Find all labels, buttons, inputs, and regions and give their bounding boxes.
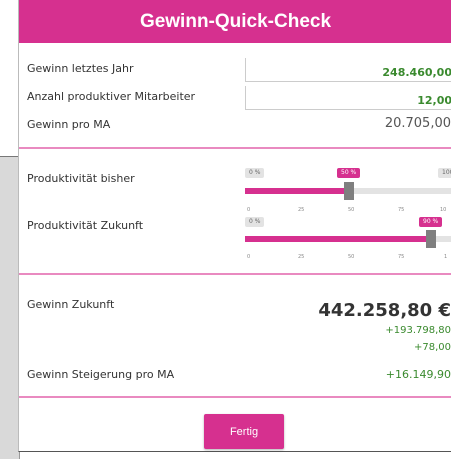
slider-fill	[245, 236, 431, 242]
slider-tick: 50	[348, 207, 355, 213]
productivity-current-slider[interactable]	[245, 182, 451, 200]
profit-per-employee-value: 20.705,00	[384, 116, 451, 131]
slider-thumb[interactable]	[344, 182, 354, 200]
employees-label: Anzahl produktiver Mitarbeiter	[27, 90, 196, 103]
slider-value-badge: 50 %	[337, 168, 361, 178]
productivity-future-slider[interactable]	[245, 230, 451, 248]
slider-value-badge: 90 %	[419, 217, 443, 227]
slider-tick: 10	[440, 207, 447, 213]
employees-value: 12,00	[417, 94, 451, 107]
increase-per-employee-value: +16.149,90	[385, 368, 451, 381]
productivity-future-label: Produktivität Zukunft	[27, 219, 144, 232]
divider	[19, 396, 451, 398]
done-button[interactable]: Fertig	[204, 414, 284, 449]
slider-tick: 1	[444, 254, 448, 260]
slider-thumb[interactable]	[426, 230, 436, 248]
slider-tick: 50	[348, 254, 355, 260]
dialog-title: Gewinn-Quick-Check	[19, 0, 451, 43]
employees-input[interactable]: 12,00	[245, 86, 451, 110]
slider-max-label: 100	[438, 168, 451, 178]
future-profit-value: 442.258,80 €	[318, 300, 451, 321]
slider-fill	[245, 188, 349, 194]
gewinn-quick-check-dialog: Gewinn-Quick-Check Gewinn letztes Jahr 2…	[18, 0, 451, 452]
divider	[19, 273, 451, 275]
slider-tick: 75	[398, 254, 405, 260]
future-profit-pct: +78,00	[413, 342, 451, 353]
future-profit-label: Gewinn Zukunft	[27, 298, 115, 311]
future-profit-diff: +193.798,80	[385, 325, 451, 336]
increase-per-employee-label: Gewinn Steigerung pro MA	[27, 368, 175, 381]
profit-per-employee-label: Gewinn pro MA	[27, 118, 111, 131]
slider-tick: 25	[298, 207, 305, 213]
divider	[19, 147, 451, 149]
slider-min-label: 0 %	[245, 168, 265, 178]
slider-tick: 75	[398, 207, 405, 213]
productivity-current-label: Produktivität bisher	[27, 172, 135, 185]
slider-tick: 0	[247, 254, 251, 260]
profit-last-year-value: 248.460,00	[382, 66, 451, 79]
slider-tick: 25	[298, 254, 305, 260]
profit-last-year-input[interactable]: 248.460,00	[245, 58, 451, 82]
slider-min-label: 0 %	[245, 217, 265, 227]
background-panel	[0, 156, 20, 459]
slider-tick: 0	[247, 207, 251, 213]
profit-last-year-label: Gewinn letztes Jahr	[27, 62, 134, 75]
